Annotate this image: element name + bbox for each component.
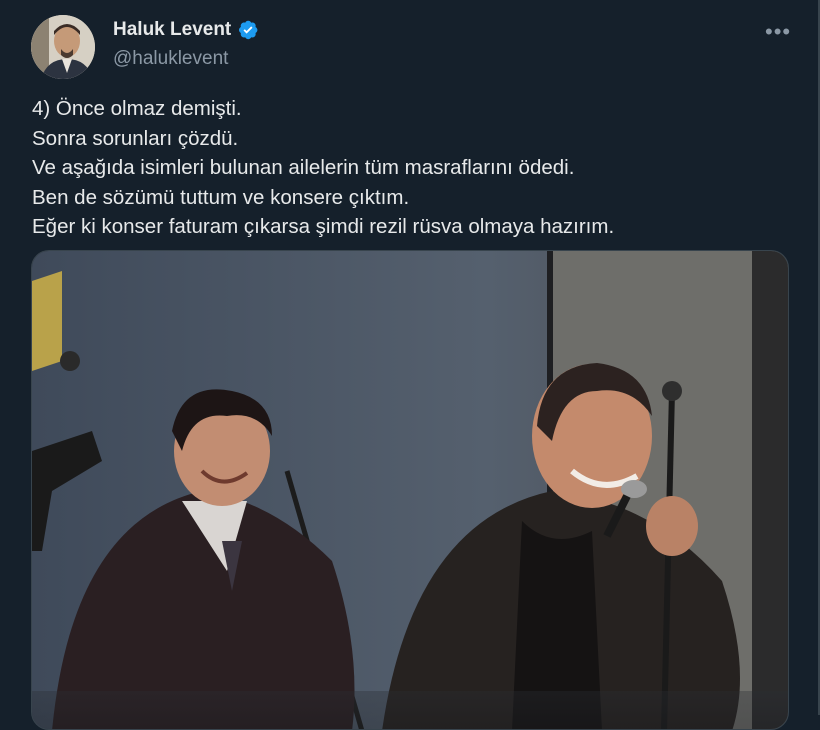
- author-name-row: Haluk Levent: [113, 19, 259, 41]
- author-avatar[interactable]: [31, 15, 95, 79]
- tweet-line: Sonra sorunları çözdü.: [32, 126, 239, 150]
- tweet-line: Ben de sözümü tuttum ve konsere çıktım.: [32, 185, 410, 209]
- tweet-line: Ve aşağıda isimleri bulunan ailelerin tü…: [32, 156, 575, 179]
- more-options-icon[interactable]: •••: [765, 21, 791, 43]
- concert-photo: [32, 251, 788, 729]
- verified-badge-icon: [237, 19, 259, 41]
- tweet-line: Eğer ki konser faturam çıkarsa şimdi rez…: [32, 215, 615, 238]
- author-handle[interactable]: @haluklevent: [113, 48, 228, 70]
- author-display-name[interactable]: Haluk Levent: [113, 19, 231, 41]
- tweet-line: 4) Önce olmaz demişti.: [32, 97, 242, 120]
- tweet-card[interactable]: Haluk Levent @haluklevent ••• 4) Önce ol…: [0, 0, 820, 730]
- tweet-text: 4) Önce olmaz demişti. Sonra sorunları ç…: [32, 94, 772, 242]
- tweet-photo[interactable]: [31, 250, 789, 730]
- avatar-photo: [31, 15, 95, 79]
